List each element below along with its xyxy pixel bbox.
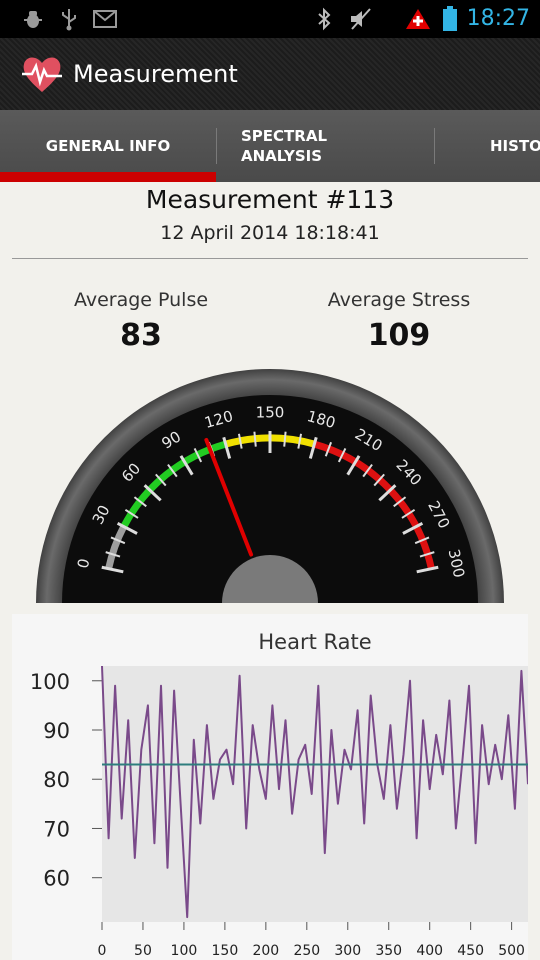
x-tick-label: 150 [212, 943, 239, 959]
battery-icon [440, 0, 460, 38]
tab-divider [434, 128, 435, 164]
tab-history[interactable]: HISTO [490, 110, 540, 182]
x-tick-label: 0 [98, 943, 107, 959]
x-tick-label: 250 [293, 943, 320, 959]
tab-spectral-analysis[interactable]: SPECTRAL ANALYSIS [241, 110, 431, 182]
y-tick-label: 100 [30, 670, 70, 694]
stress-gauge: 0306090120 150 180210240270300 [36, 369, 504, 603]
y-tick-label: 80 [43, 768, 70, 792]
x-tick-label: 450 [457, 943, 484, 959]
bluetooth-icon [312, 0, 336, 38]
tab-label: GENERAL INFO [45, 137, 171, 155]
mail-icon [92, 0, 118, 38]
measurement-date: 12 April 2014 18:18:41 [160, 222, 380, 244]
chart-title: Heart Rate [258, 630, 371, 654]
y-tick-label: 70 [43, 817, 70, 841]
average-stress-label: Average Stress [327, 289, 471, 311]
clock: 18:27 [466, 6, 530, 31]
gauge-minor-tick [253, 431, 257, 447]
divider [12, 258, 528, 259]
bug-icon [20, 0, 46, 38]
average-pulse-value: 83 [120, 318, 162, 353]
x-tick-label: 350 [375, 943, 402, 959]
app-title: Measurement [73, 60, 238, 88]
x-tick-label: 400 [416, 943, 443, 959]
average-stress-value: 109 [367, 318, 431, 353]
action-bar: Measurement [0, 38, 540, 110]
status-bar: 18:27 [0, 0, 540, 38]
tab-divider [216, 128, 217, 164]
measurement-title: Measurement #113 [145, 185, 395, 214]
tab-label: HISTO [490, 137, 540, 155]
tab-label-line2: ANALYSIS [241, 147, 323, 165]
plot-area [102, 666, 528, 922]
volume-muted-icon [346, 0, 376, 38]
x-tick-label: 100 [171, 943, 198, 959]
tab-label-line1: SPECTRAL [241, 127, 328, 145]
x-tick-label: 200 [252, 943, 279, 959]
average-pulse-label: Average Pulse [73, 289, 209, 311]
gauge-minor-tick [283, 431, 287, 447]
usb-icon [56, 0, 82, 38]
x-tick-label: 300 [334, 943, 361, 959]
y-tick-label: 60 [43, 867, 70, 891]
y-tick-label: 90 [43, 719, 70, 743]
warning-icon [404, 0, 432, 38]
x-tick-label: 50 [134, 943, 152, 959]
gauge-tick-label: 150 [256, 404, 285, 422]
heart-rate-chart: Heart Rate 100 90 80 70 60 0 50 100 150 200 250 300… [12, 614, 528, 960]
heart-pulse-icon[interactable] [20, 52, 64, 96]
x-tick-label: 500 [498, 943, 525, 959]
tab-indicator [0, 172, 216, 182]
